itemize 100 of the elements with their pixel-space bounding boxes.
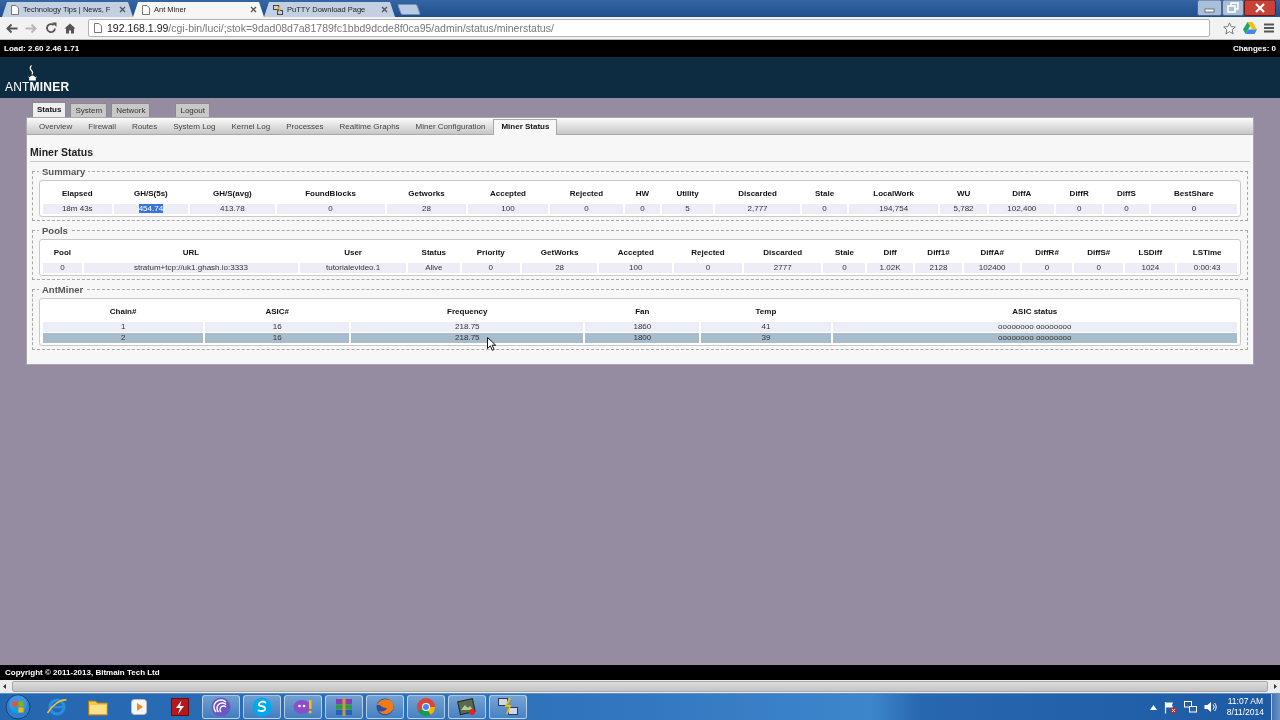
page-icon	[11, 4, 19, 15]
column-header: GetWorks	[539, 247, 580, 259]
submenu-tab[interactable]: Routes	[123, 119, 166, 134]
volume-icon[interactable]	[1203, 701, 1217, 713]
rings-icon[interactable]	[210, 696, 232, 718]
logout-tab[interactable]: Logout	[175, 103, 210, 117]
triangle-up-icon[interactable]	[1149, 704, 1157, 710]
table-cell: 0	[674, 263, 742, 273]
column-header: LSTime	[1191, 247, 1223, 259]
table-cell: 5,782	[939, 204, 988, 214]
chat-bubble-icon[interactable]	[251, 696, 273, 718]
restore-icon[interactable]	[1222, 0, 1244, 16]
table-cell: 0	[549, 204, 624, 214]
submenu-tab[interactable]: Firewall	[80, 119, 124, 134]
section-legend: Pools	[39, 225, 71, 236]
submenu-tab[interactable]: Processes	[278, 119, 332, 134]
column-header: Priority	[475, 247, 506, 259]
clock-time[interactable]: 11:07 AM	[1227, 696, 1264, 707]
taskbar-button[interactable]	[489, 695, 527, 719]
table-cell: 0:00:43	[1177, 263, 1237, 273]
table-cell: 2128	[914, 263, 963, 273]
computers-icon	[273, 4, 283, 15]
submenu-tab[interactable]: Miner Status	[493, 119, 558, 135]
table-cell: 100	[599, 263, 673, 273]
start-orb-icon[interactable]	[5, 694, 31, 720]
menu-icon[interactable]	[1264, 23, 1274, 33]
minimize-icon[interactable]	[1197, 0, 1222, 16]
table-cell: 1.02K	[867, 263, 913, 273]
column-header: ASIC#	[264, 306, 290, 318]
table-cell: 39	[701, 333, 831, 343]
column-header: Temp	[754, 306, 778, 318]
column-header: BestShare	[1173, 188, 1215, 200]
menu-tab[interactable]: Status	[32, 102, 67, 117]
section-legend: Summary	[39, 166, 89, 177]
column-header: Pool	[52, 247, 73, 259]
submenu-tab[interactable]: Realtime Graphs	[331, 119, 408, 134]
taskbar-button[interactable]	[448, 695, 486, 719]
submenu-tab[interactable]: Miner Configuration	[407, 119, 494, 134]
menu-tab[interactable]: Network	[111, 103, 151, 117]
table-cell: 102,400	[989, 204, 1055, 214]
column-header: Getworks	[407, 188, 446, 200]
back-icon[interactable]	[5, 22, 18, 34]
menu-tab[interactable]: System	[70, 103, 108, 117]
computers-icon[interactable]	[497, 696, 519, 718]
table-cell: oooooooo oooooooo	[832, 322, 1237, 332]
page-title: Miner Status	[30, 146, 1250, 162]
table-cell: 218.75	[351, 333, 584, 343]
triangle-logo-icon[interactable]	[1243, 22, 1257, 34]
column-header: DiffR	[1068, 188, 1090, 200]
reload-icon[interactable]	[45, 22, 57, 34]
table-cell: 0	[1104, 204, 1149, 214]
column-header: Rejected	[690, 247, 726, 259]
submenu-tab[interactable]: System Log	[165, 119, 224, 134]
table-cell: 5	[661, 204, 714, 214]
scrollbar-thumb[interactable]	[12, 681, 1268, 692]
table-cell: 454.74	[113, 204, 189, 214]
column-header: DiffS#	[1086, 247, 1112, 259]
taskbar-button[interactable]	[202, 695, 240, 719]
table-cell: 0	[801, 204, 848, 214]
column-header: Fan	[634, 306, 651, 318]
taskbar-button[interactable]	[366, 695, 404, 719]
table-cell: 100	[468, 204, 548, 214]
table-cell: 2,777	[715, 204, 800, 214]
changes-counter[interactable]: Changes: 0	[1232, 44, 1276, 53]
column-header: HW	[634, 188, 651, 200]
clock-date[interactable]: 8/11/2014	[1226, 707, 1264, 718]
bolt-tile-icon[interactable]	[169, 696, 191, 718]
submenu-tab[interactable]: Overview	[31, 119, 81, 134]
taskbar-button[interactable]	[325, 695, 363, 719]
column-header: URL	[181, 247, 201, 259]
column-header: DiffA	[1011, 188, 1033, 200]
color-wheel-icon[interactable]	[415, 696, 437, 718]
address-field[interactable]: 192.168.1.99/cgi-bin/luci/;stok=9dad08d7a81789fc1bbd9dcde8f0ca95/admin/status/minerstatus/	[88, 19, 1210, 37]
home-icon[interactable]	[64, 22, 76, 34]
browser-e-icon[interactable]	[46, 696, 68, 718]
column-header: Diff	[882, 247, 898, 259]
column-header: Stale	[833, 247, 855, 259]
flag-icon[interactable]	[1163, 700, 1177, 714]
close-icon[interactable]	[1244, 0, 1276, 16]
page-icon	[142, 4, 150, 15]
picture-icon[interactable]	[456, 696, 478, 718]
column-header: User	[343, 247, 363, 259]
table-cell: 28	[521, 263, 598, 273]
column-header: Frequency	[446, 306, 489, 318]
column-header: ASIC status	[1011, 306, 1059, 318]
star-icon[interactable]	[1223, 21, 1236, 35]
table-cell: stratum+tcp://uk1.ghash.io:3333	[83, 263, 299, 273]
new-tab-button[interactable]	[397, 4, 421, 15]
taskbar-button[interactable]	[243, 695, 281, 719]
table-cell: 218.75	[351, 322, 584, 332]
submenu-tab[interactable]: Kernel Log	[223, 119, 279, 134]
network-icon[interactable]	[1183, 701, 1197, 713]
fox-globe-icon[interactable]	[374, 696, 396, 718]
copyright-text: Copyright © 2011-2013, Bitmain Tech Ltd	[5, 668, 160, 677]
close-icon[interactable]	[250, 6, 257, 13]
play-icon[interactable]	[128, 696, 150, 718]
section-legend: AntMiner	[39, 284, 87, 295]
column-header: Chain#	[108, 306, 138, 318]
table-cell: 0	[43, 263, 82, 273]
table-cell: 28	[386, 204, 467, 214]
